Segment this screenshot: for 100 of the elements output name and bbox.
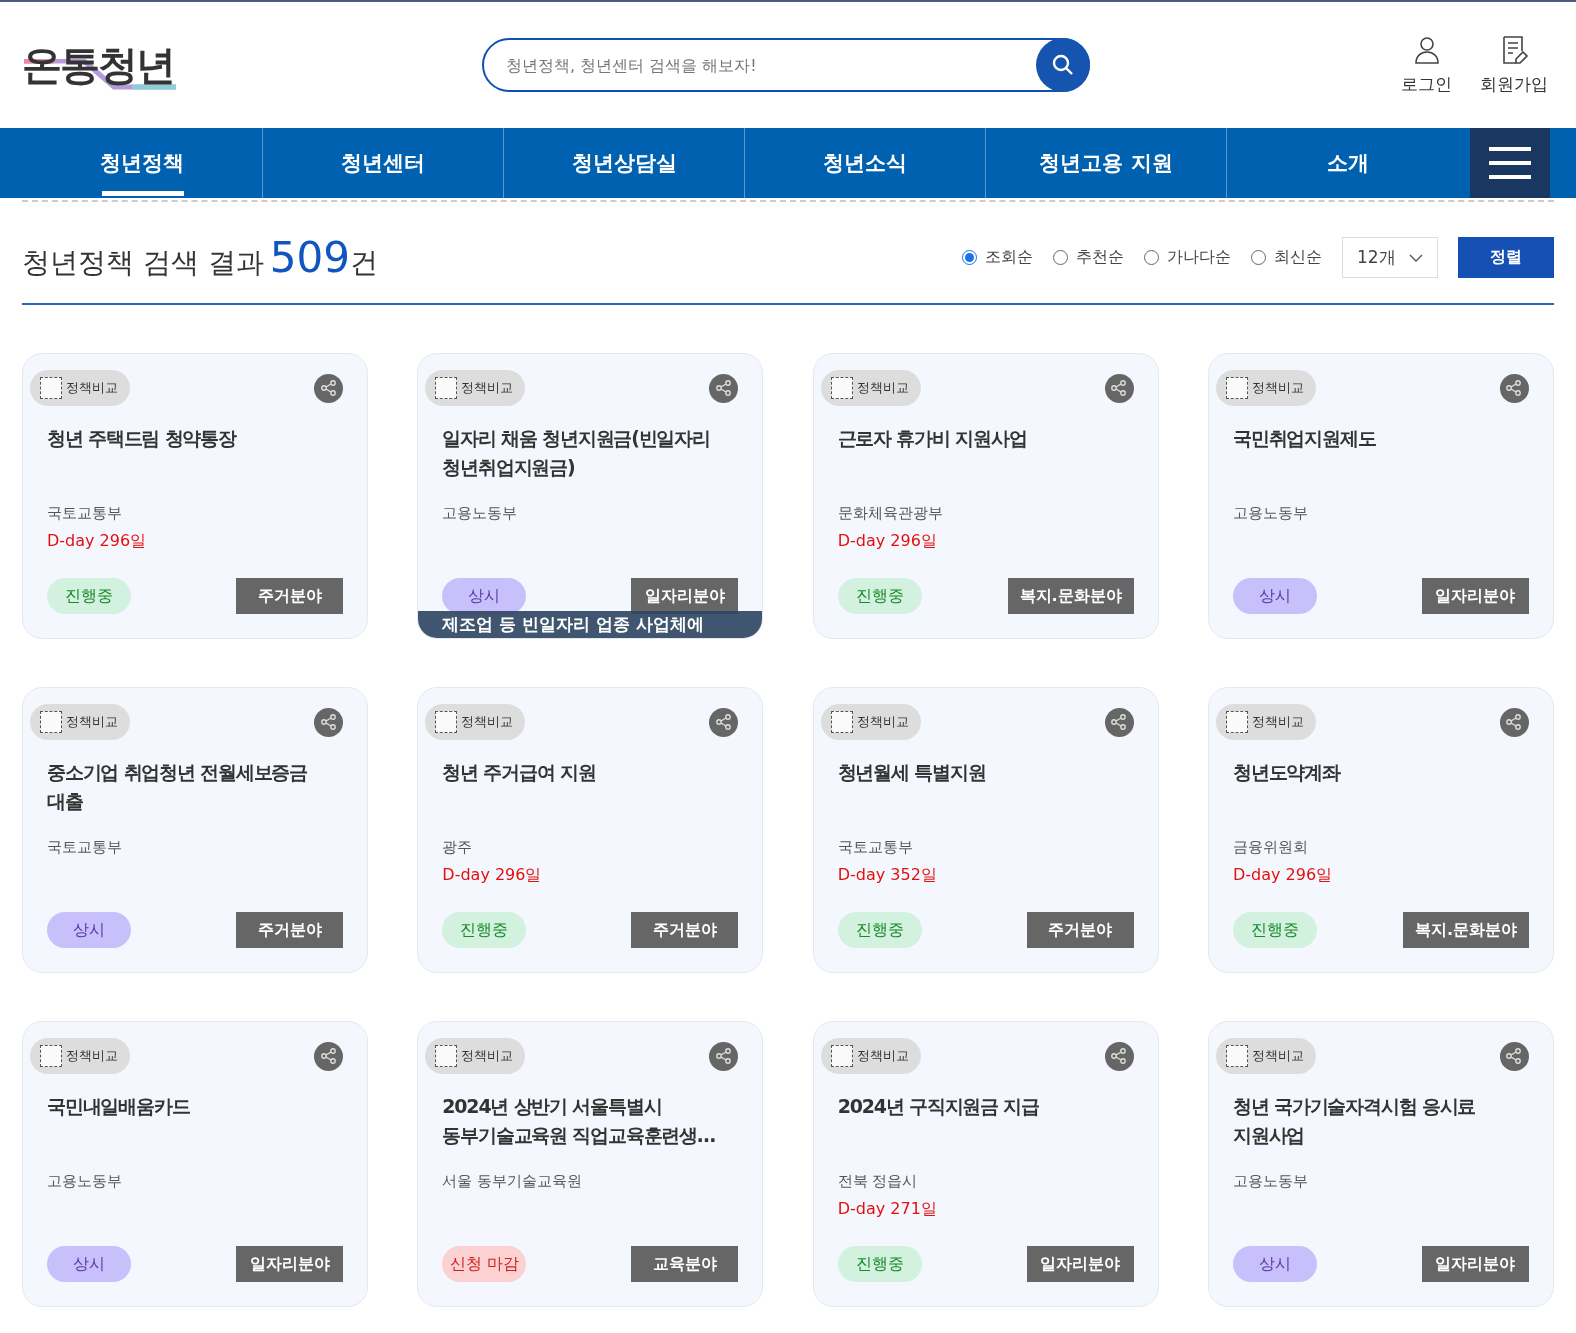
share-button[interactable] bbox=[1104, 373, 1134, 403]
policy-title: 2024년 상반기 서울특별시 동부기술교육원 직업교육훈련생… bbox=[442, 1094, 716, 1148]
sort-option-label[interactable]: 가나다순 bbox=[1167, 247, 1231, 268]
status-badge: 진행중 bbox=[1233, 912, 1317, 948]
share-icon bbox=[1110, 379, 1129, 397]
category-tag: 주거분야 bbox=[631, 912, 739, 948]
share-button[interactable] bbox=[1500, 707, 1529, 737]
category-tag: 일자리분야 bbox=[1422, 1246, 1529, 1282]
d-day-label: D-day 296일 bbox=[837, 531, 938, 552]
policy-title: 일자리 채움 청년지원금(빈일자리 청년취업지원금) bbox=[442, 426, 711, 480]
policy-title: 청년 주택드림 청약통장 bbox=[47, 426, 238, 451]
search-input[interactable]: 청년정책, 청년센터 검색을 해보자! bbox=[504, 54, 1036, 76]
result-unit: 건 bbox=[350, 245, 378, 281]
share-button[interactable] bbox=[314, 707, 343, 737]
policy-card[interactable]: 정책비교 일자리 채움 청년지원금(빈일자리 청년취업지원금) 고용노동부 상시 일자리분야 제조업 등 빈일자리 업종 사업체에 bbox=[417, 353, 764, 639]
share-icon bbox=[714, 379, 733, 397]
share-icon bbox=[1505, 713, 1524, 731]
policy-title: 근로자 휴가비 지원사업 bbox=[837, 426, 1028, 451]
agency-name: 국토교통부 bbox=[837, 838, 914, 857]
category-tag: 일자리분야 bbox=[1422, 578, 1529, 614]
policy-card[interactable]: 정책비교 청년 주거급여 지원 광주 D-day 296일 진행중 주거분야 bbox=[417, 687, 764, 973]
nav-tab[interactable]: 청년소식 bbox=[745, 128, 986, 198]
share-button[interactable] bbox=[709, 373, 739, 403]
agency-name: 광주 bbox=[442, 838, 474, 857]
compare-checkbox[interactable] bbox=[435, 711, 458, 733]
compare-checkbox[interactable] bbox=[435, 1045, 458, 1067]
d-day-label: D-day 296일 bbox=[1233, 865, 1334, 886]
policy-card[interactable]: 정책비교 국민내일배움카드 고용노동부 상시 일자리분야 bbox=[22, 1021, 368, 1307]
compare-checkbox[interactable] bbox=[830, 1045, 853, 1067]
result-count: 509 bbox=[269, 233, 350, 282]
d-day-label: D-day 296일 bbox=[442, 865, 543, 886]
share-button[interactable] bbox=[314, 1041, 343, 1071]
category-tag: 일자리분야 bbox=[236, 1246, 343, 1282]
share-button[interactable] bbox=[709, 707, 739, 737]
policy-card[interactable]: 정책비교 중소기업 취업청년 전월세보증금 대출 국토교통부 상시 주거분야 bbox=[22, 687, 368, 973]
policy-card[interactable]: 정책비교 근로자 휴가비 지원사업 문화체육관광부 D-day 296일 진행중 복지.문화분야 bbox=[812, 353, 1159, 639]
category-tag: 복지.문화분야 bbox=[1007, 578, 1134, 614]
logo[interactable]: 온통청년 bbox=[22, 37, 174, 93]
policy-card[interactable]: 정책비교 2024년 상반기 서울특별시 동부기술교육원 직업교육훈련생… 서울 동부기술교육원 신청 마감 교육분야 bbox=[417, 1021, 764, 1307]
compare-checkbox[interactable] bbox=[1226, 377, 1248, 399]
share-icon bbox=[319, 1047, 338, 1065]
category-tag: 주거분야 bbox=[236, 912, 343, 948]
policy-card[interactable]: 정책비교 청년도약계좌 금융위원회 D-day 296일 진행중 복지.문화분야 bbox=[1208, 687, 1554, 973]
compare-checkbox[interactable] bbox=[1226, 711, 1248, 733]
search-field[interactable]: 청년정책, 청년센터 검색을 해보자! bbox=[482, 38, 1090, 92]
share-button[interactable] bbox=[1500, 1041, 1529, 1071]
agency-name: 전북 정읍시 bbox=[837, 1172, 919, 1191]
nav-tab[interactable]: 청년센터 bbox=[263, 128, 504, 198]
compare-checkbox[interactable] bbox=[1226, 1045, 1248, 1067]
agency-name: 고용노동부 bbox=[442, 504, 519, 523]
nav-tab[interactable]: 청년고용 지원 bbox=[986, 128, 1227, 198]
status-badge: 진행중 bbox=[47, 578, 131, 614]
user-link[interactable]: 로그인 bbox=[1401, 72, 1452, 96]
nav-tab[interactable]: 소개 bbox=[1227, 128, 1468, 198]
category-tag: 일자리분야 bbox=[1026, 1246, 1134, 1282]
compare-checkbox[interactable] bbox=[830, 377, 853, 399]
sort-option-label[interactable]: 추천순 bbox=[1076, 247, 1124, 268]
sort-option-label[interactable]: 조회순 bbox=[985, 247, 1033, 268]
status-badge: 진행중 bbox=[442, 912, 527, 948]
menu-icon bbox=[1489, 146, 1531, 180]
d-day-label: D-day 296일 bbox=[47, 531, 148, 552]
share-button[interactable] bbox=[1104, 707, 1134, 737]
hover-summary: 제조업 등 빈일자리 업종 사업체에 bbox=[418, 611, 763, 638]
status-badge: 상시 bbox=[1233, 1246, 1317, 1282]
share-icon bbox=[1110, 1047, 1129, 1065]
share-button[interactable] bbox=[314, 373, 343, 403]
compare-checkbox[interactable] bbox=[40, 1045, 62, 1067]
status-badge: 상시 bbox=[442, 578, 527, 614]
status-badge: 신청 마감 bbox=[442, 1246, 527, 1282]
agency-name: 고용노동부 bbox=[1233, 1172, 1309, 1191]
policy-card[interactable]: 정책비교 청년월세 특별지원 국토교통부 D-day 352일 진행중 주거분야 bbox=[812, 687, 1159, 973]
search-button[interactable] bbox=[1036, 38, 1090, 92]
agency-name: 문화체육관광부 bbox=[837, 504, 944, 523]
category-tag: 일자리분야 bbox=[631, 578, 739, 614]
status-badge: 진행중 bbox=[837, 912, 922, 948]
share-icon bbox=[1505, 379, 1524, 397]
compare-checkbox[interactable] bbox=[40, 377, 62, 399]
compare-checkbox[interactable] bbox=[40, 711, 62, 733]
policy-card[interactable]: 정책비교 2024년 구직지원금 지급 전북 정읍시 D-day 271일 진행중 일자리분야 bbox=[812, 1021, 1159, 1307]
compare-checkbox[interactable] bbox=[830, 711, 853, 733]
nav-tab[interactable]: 청년상담실 bbox=[504, 128, 745, 198]
sort-button[interactable]: 정렬 bbox=[1458, 237, 1554, 278]
share-icon bbox=[1110, 713, 1129, 731]
agency-name: 국토교통부 bbox=[47, 838, 123, 857]
page-size-select[interactable]: 12개 bbox=[1342, 237, 1438, 278]
nav-tab[interactable]: 청년정책 bbox=[22, 128, 263, 198]
category-tag: 주거분야 bbox=[236, 578, 343, 614]
policy-card[interactable]: 정책비교 국민취업지원제도 고용노동부 상시 일자리분야 bbox=[1208, 353, 1554, 639]
compare-checkbox[interactable] bbox=[435, 377, 458, 399]
share-button[interactable] bbox=[1500, 373, 1529, 403]
policy-title: 중소기업 취업청년 전월세보증금 대출 bbox=[47, 760, 309, 814]
search-icon bbox=[1051, 53, 1075, 77]
share-button[interactable] bbox=[709, 1041, 739, 1071]
policy-card[interactable]: 정책비교 청년 국가기술자격시험 응시료 지원사업 고용노동부 상시 일자리분야 bbox=[1208, 1021, 1554, 1307]
sort-option-label[interactable]: 최신순 bbox=[1274, 247, 1322, 268]
policy-card[interactable]: 정책비교 청년 주택드림 청약통장 국토교통부 D-day 296일 진행중 주거분야 bbox=[22, 353, 368, 639]
policy-title: 국민내일배움카드 bbox=[47, 1094, 191, 1119]
menu-button[interactable] bbox=[1470, 128, 1550, 198]
share-button[interactable] bbox=[1104, 1041, 1134, 1071]
user-link[interactable]: 회원가입 bbox=[1480, 72, 1548, 96]
